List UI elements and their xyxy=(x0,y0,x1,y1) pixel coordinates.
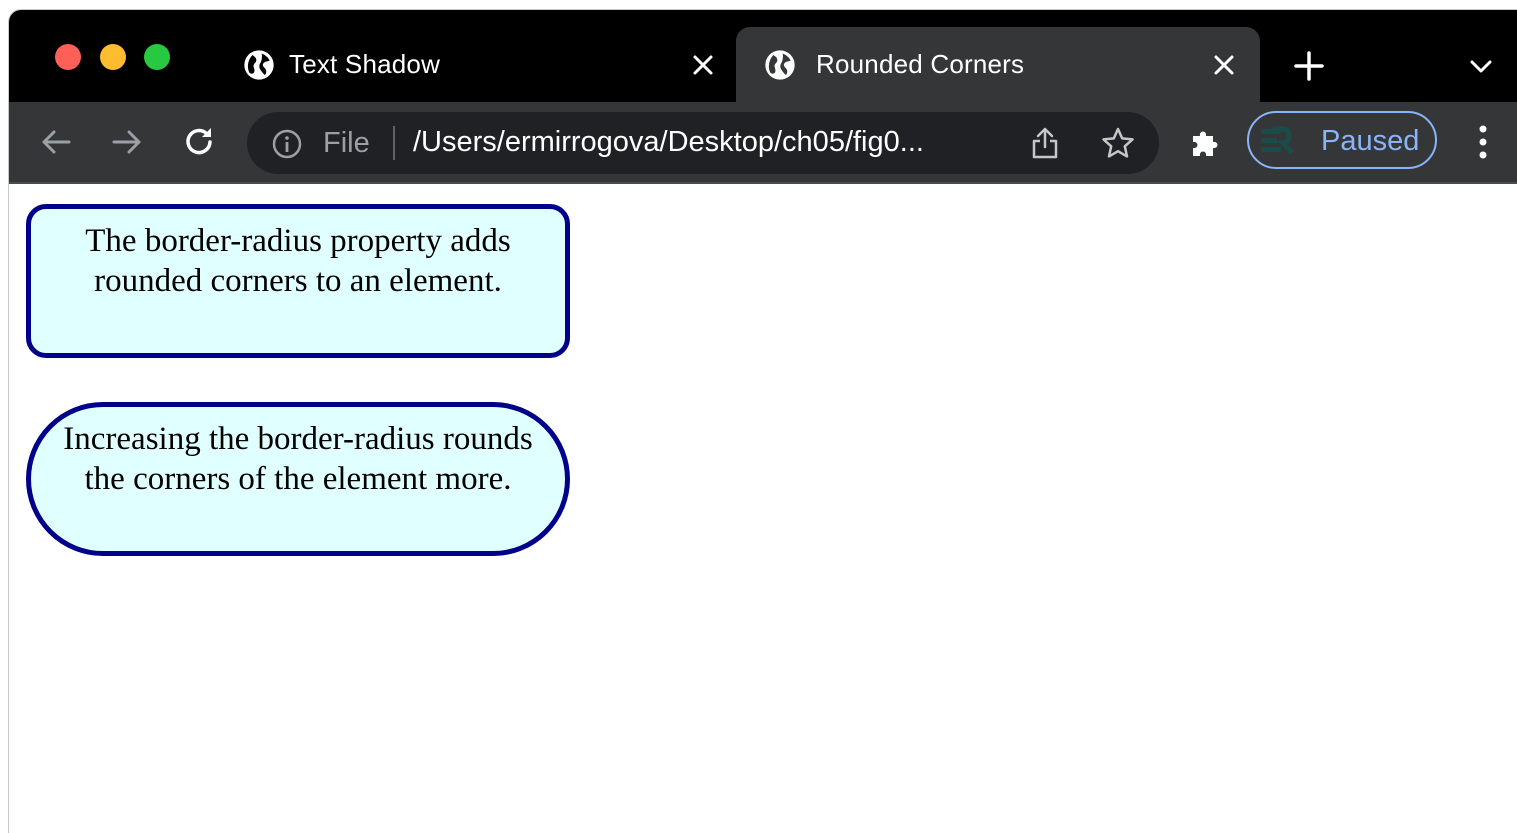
minimize-window-button[interactable] xyxy=(100,44,126,70)
browser-window: Text Shadow Rounded Corners File /Users/… xyxy=(9,10,1517,833)
address-bar[interactable]: File /Users/ermirrogova/Desktop/ch05/fig… xyxy=(247,112,1159,174)
tab-text-shadow[interactable]: Text Shadow xyxy=(235,27,735,102)
globe-icon xyxy=(765,50,795,80)
profile-status-label: Paused xyxy=(1321,125,1420,157)
rounded-box-large-radius: Increasing the border-radius rounds the … xyxy=(26,402,570,556)
tab-rounded-corners[interactable]: Rounded Corners xyxy=(736,27,1260,102)
chevron-down-icon[interactable] xyxy=(1469,54,1493,78)
profile-button[interactable]: Paused xyxy=(1247,111,1437,169)
rounded-box-small-radius: The border-radius property adds rounded … xyxy=(26,204,570,358)
page-content: The border-radius property adds rounded … xyxy=(9,184,1517,833)
toolbar: File /Users/ermirrogova/Desktop/ch05/fig… xyxy=(9,102,1517,184)
reload-icon[interactable] xyxy=(180,123,218,161)
forward-arrow-icon[interactable] xyxy=(108,123,146,161)
share-icon[interactable] xyxy=(1029,126,1061,160)
kebab-menu-icon[interactable] xyxy=(1469,122,1497,162)
puzzle-piece-icon[interactable] xyxy=(1189,124,1225,160)
tab-title: Rounded Corners xyxy=(816,49,1025,79)
globe-icon xyxy=(244,50,274,80)
bookmark-star-icon[interactable] xyxy=(1101,126,1135,160)
close-tab-icon[interactable] xyxy=(691,53,715,77)
url-scheme-label: File xyxy=(323,127,370,159)
url-text[interactable]: /Users/ermirrogova/Desktop/ch05/fig0... xyxy=(413,126,924,159)
tab-strip: Text Shadow Rounded Corners xyxy=(9,10,1517,102)
new-tab-icon[interactable] xyxy=(1293,50,1325,82)
close-window-button[interactable] xyxy=(55,44,81,70)
address-separator xyxy=(393,126,395,160)
tab-title: Text Shadow xyxy=(289,49,441,79)
zoom-window-button[interactable] xyxy=(144,44,170,70)
profile-avatar-icon xyxy=(1261,126,1294,155)
back-arrow-icon[interactable] xyxy=(37,123,75,161)
info-icon[interactable] xyxy=(271,128,303,160)
close-tab-icon[interactable] xyxy=(1212,53,1236,77)
